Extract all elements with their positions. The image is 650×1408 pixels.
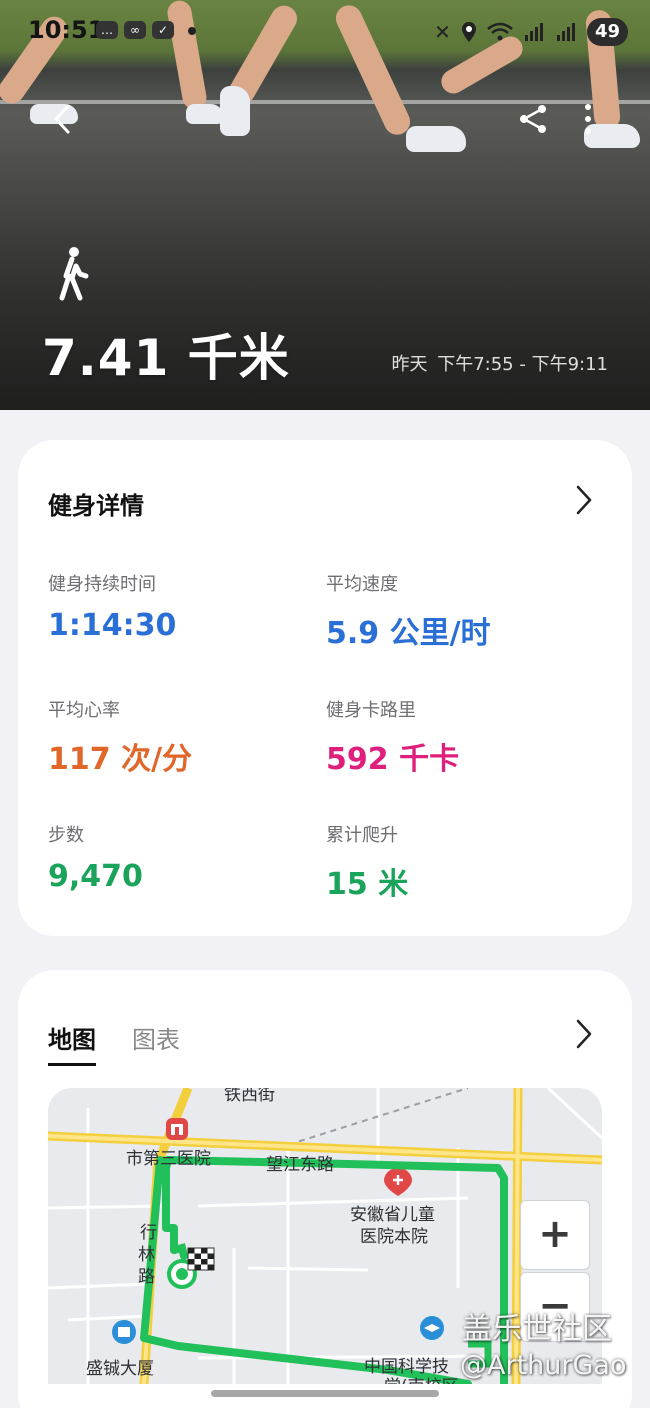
share-icon[interactable] [516,102,550,136]
signal-5g-icon [556,23,575,41]
back-arrow-icon[interactable] [46,102,80,136]
signal-5g-icon [524,23,543,41]
building-poi-icon [112,1320,136,1344]
zoom-in-button[interactable]: + [520,1200,590,1270]
watermark-community: 盖乐世社区 [462,1312,612,1347]
voicemail-icon: ∞ [124,21,146,39]
hospital-poi-icon [166,1118,188,1140]
map-label-building: 盛铖大厦 [86,1359,154,1379]
chevron-right-icon[interactable] [574,484,594,516]
location-icon [461,22,476,42]
map-label-childrens-hospital: 医院本院 [360,1227,428,1247]
metric-label: 平均速度 [326,574,398,595]
wifi-icon [487,22,513,41]
notification-icons: … ∞ ✓ [96,21,174,39]
activity-day: 昨天 [391,354,428,375]
runner-shoe [186,104,224,124]
system-icons: ✕ 49 [434,18,628,46]
map-label-side-road: 路 [138,1267,155,1287]
metric-value: 5.9 公里/时 [326,616,491,651]
runner-shoe [406,126,466,152]
metric-value: 9,470 [48,859,143,894]
map-label-university: 学(南校区 [384,1372,459,1384]
metric-calories: 健身卡路里 592 千卡 [326,696,459,778]
app-icon: ✓ [152,21,174,39]
activity-hours: 下午7:55 - 下午9:11 [437,354,608,375]
notification-dot-icon [188,27,196,35]
battery-indicator: 49 [586,18,628,46]
walking-icon [59,247,89,301]
mute-icon: ✕ [434,20,451,44]
chevron-right-icon[interactable] [574,1018,594,1050]
university-poi-icon [420,1316,444,1340]
status-bar: 10:51 … ∞ ✓ ✕ 49 [0,14,650,48]
tab-chart[interactable]: 图表 [132,1020,180,1066]
metric-value: 15 米 [326,867,409,902]
fitness-details-card: 健身详情 健身持续时间 1:14:30 平均速度 5.9 公里/时 平均心率 1… [18,440,632,936]
metric-label: 健身卡路里 [326,700,416,721]
metric-label: 平均心率 [48,700,120,721]
metric-steps: 步数 9,470 [48,821,143,894]
metric-label: 健身持续时间 [48,574,156,595]
tab-map[interactable]: 地图 [48,1020,96,1066]
activity-time-range: 昨天 下午7:55 - 下午9:11 [387,350,608,376]
metric-duration: 健身持续时间 1:14:30 [48,570,176,643]
metric-elevation-gain: 累计爬升 15 米 [326,821,408,903]
header-hero: 10:51 … ∞ ✓ ✕ 49 7.41 千米 昨天 下午7:55 - 下午9… [0,0,650,410]
distance-value: 7.41 千米 [42,329,290,387]
home-indicator[interactable] [211,1390,439,1397]
metric-label: 累计爬升 [326,825,398,846]
status-time: 10:51 [28,16,105,44]
runner-shoe [220,86,250,136]
finish-flag-icon [187,1247,215,1271]
metric-value: 1:14:30 [48,608,177,643]
metric-label: 步数 [48,825,84,846]
card-title: 健身详情 [48,492,144,520]
road-line [0,100,650,104]
metric-avg-speed: 平均速度 5.9 公里/时 [326,570,491,652]
map-label-hospital: 市第三医院 [126,1149,211,1169]
metric-value: 117 次/分 [48,742,193,777]
map-label-road: 铁西街 [224,1088,275,1105]
chat-icon: … [96,21,118,39]
map-label-road: 望江东路 [266,1155,334,1175]
more-options-icon[interactable] [574,102,602,136]
watermark-author: @ArthurGao [460,1350,627,1381]
map-tabs: 地图 图表 [48,1020,180,1066]
metric-avg-heart-rate: 平均心率 117 次/分 [48,696,192,778]
metric-value: 592 千卡 [326,742,460,777]
